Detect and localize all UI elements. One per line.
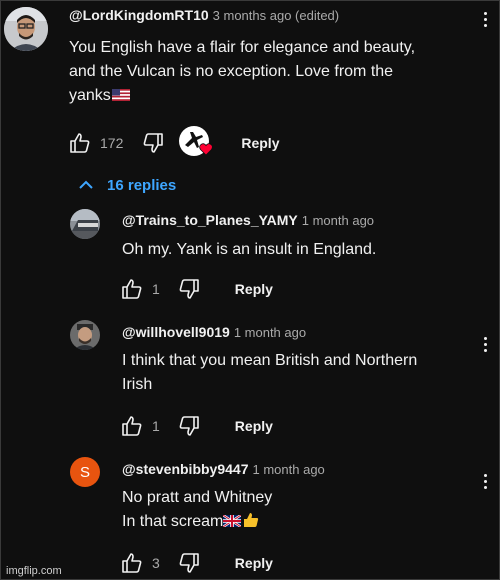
comment-body: You English have a flair for elegance an… — [69, 36, 469, 108]
more-options-icon[interactable] — [482, 12, 488, 27]
thumbs-up-icon[interactable] — [120, 414, 144, 438]
timestamp[interactable]: 1 month ago — [253, 462, 325, 477]
thumbs-up-icon[interactable] — [68, 131, 92, 155]
thumbs-down-icon[interactable] — [177, 414, 201, 438]
reply-line: In that scream — [122, 510, 472, 534]
timestamp[interactable]: 3 months ago (edited) — [213, 8, 339, 23]
like-count: 3 — [152, 555, 160, 571]
timestamp[interactable]: 1 month ago — [234, 325, 306, 340]
avatar-stevenbibby9447[interactable]: S — [70, 457, 100, 487]
reply-body: Oh my. Yank is an insult in England. — [122, 238, 472, 262]
reply-button[interactable]: Reply — [235, 555, 273, 571]
like-count: 172 — [100, 135, 124, 151]
reply-body: No pratt and Whitney In that scream — [122, 486, 472, 534]
more-options-icon[interactable] — [482, 474, 488, 489]
thumbs-down-icon[interactable] — [177, 551, 201, 575]
thumbs-up-emoji — [244, 513, 259, 527]
thumbs-down-icon[interactable] — [141, 131, 165, 155]
avatar-trains-to-planes-yamy[interactable] — [70, 209, 100, 239]
thumbs-down-icon[interactable] — [177, 277, 201, 301]
avatar-willhovell9019[interactable] — [70, 320, 100, 350]
like-count: 1 — [152, 418, 160, 434]
more-options-icon[interactable] — [482, 337, 488, 352]
comment-line: yanks — [69, 84, 469, 108]
reply-actions: 3 Reply — [120, 551, 273, 575]
creator-heart-icon — [179, 126, 214, 160]
reply-button[interactable]: Reply — [235, 418, 273, 434]
reply-header: @Trains_to_Planes_YAMY 1 month ago — [122, 212, 374, 230]
author-handle[interactable]: @LordKingdomRT10 — [69, 7, 209, 23]
author-handle[interactable]: @stevenbibby9447 — [122, 461, 249, 477]
reply-header: @willhovell9019 1 month ago — [122, 324, 306, 342]
uk-flag-emoji — [223, 515, 242, 527]
like-count: 1 — [152, 281, 160, 297]
reply-line: I think that you mean British and Northe… — [122, 352, 418, 369]
replies-count-label: 16 replies — [107, 176, 177, 194]
timestamp[interactable]: 1 month ago — [302, 213, 374, 228]
chevron-up-icon — [79, 180, 93, 189]
us-flag-emoji — [111, 89, 130, 101]
comment-line: You English have a flair for elegance an… — [69, 39, 416, 56]
comment-actions: 172 Reply — [68, 126, 279, 160]
reply-body: I think that you mean British and Northe… — [122, 349, 472, 397]
reply-line: Oh my. Yank is an insult in England. — [122, 241, 377, 258]
avatar-lordkingdomrt10[interactable] — [4, 7, 48, 51]
thumbs-up-icon[interactable] — [120, 551, 144, 575]
avatar-letter: S — [79, 463, 90, 481]
thumbs-up-icon[interactable] — [120, 277, 144, 301]
author-handle[interactable]: @Trains_to_Planes_YAMY — [122, 212, 298, 228]
reply-button[interactable]: Reply — [235, 281, 273, 297]
reply-header: @stevenbibby9447 1 month ago — [122, 461, 325, 479]
comment-line: and the Vulcan is no exception. Love fro… — [69, 63, 394, 80]
imgflip-watermark: imgflip.com — [6, 565, 62, 577]
reply-line: No pratt and Whitney — [122, 489, 273, 506]
reply-actions: 1 Reply — [120, 414, 273, 438]
reply-actions: 1 Reply — [120, 277, 273, 301]
comment-header: @LordKingdomRT10 3 months ago (edited) — [69, 7, 339, 25]
reply-button[interactable]: Reply — [241, 135, 279, 151]
replies-toggle[interactable]: 16 replies — [77, 176, 176, 194]
author-handle[interactable]: @willhovell9019 — [122, 324, 230, 340]
reply-line: Irish — [122, 376, 153, 393]
